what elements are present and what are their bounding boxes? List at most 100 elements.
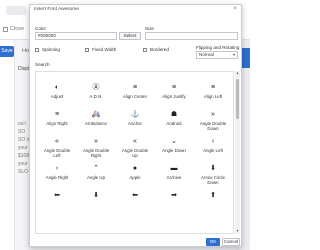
scrollbar-thumb[interactable] [236,79,239,119]
fixed-width-label: Fixed Width [92,47,117,52]
icon-cell[interactable]: ⬆ [197,186,229,212]
align-right-icon: ≡ [54,110,60,118]
editor-close-label: Close [10,26,25,32]
icon-grid: ◐ Adjust Ⓐ A.D.N. ≡ Align Center ≡ Align Justif… [35,71,234,234]
icon-cell[interactable]: ⌃ Angle Up [80,159,112,185]
icon-cell[interactable]: « Angle Double Left [41,132,73,159]
chevron-down-icon: ▾ [232,52,235,57]
icon-cell[interactable]: ⬇ [80,186,112,212]
icon-name: Angle Double Down [199,121,227,131]
icon-name: Android [166,121,182,126]
spinning-label: Spinning [42,47,60,52]
angle-down-icon: ⌄ [171,138,177,145]
size-label: Size [145,26,154,31]
icon-name: Arrow Circle Down [201,175,225,185]
icon-cell[interactable]: ≡ Align Center [119,78,151,104]
arrow-circle-o-left-icon: ⬅ [132,192,138,199]
icon-cell[interactable]: « Angle Double Up [119,132,151,159]
scroll-down-icon[interactable]: ▼ [235,229,240,234]
icon-cell[interactable]: » Angle Double Right [80,132,112,159]
arrow-circle-o-down-icon: ⬇ [93,192,99,199]
bordered-checkbox[interactable]: Bordered [143,47,169,52]
flip-rotate-select[interactable]: Normal ▾ [196,51,238,59]
close-icon[interactable]: × [233,6,237,12]
icon-cell[interactable]: ▬ Archive [158,159,190,185]
align-left-icon: ≡ [210,83,216,91]
icon-name: Ambulance [85,121,107,126]
icon-cell[interactable]: ⬅ [41,186,73,212]
editor-sidebar [0,40,15,250]
icon-name: Angle Up [86,175,106,180]
anchor-icon: ⚓ [130,111,140,118]
icon-cell[interactable]: ⌄ Angle Down [158,132,190,158]
icon-name: A.D.N. [89,94,103,99]
icon-cell[interactable]: ➡ [158,186,190,212]
size-input[interactable] [145,32,238,40]
editor-right-accent[interactable] [242,48,250,68]
angle-left-icon: ‹ [211,137,215,145]
flip-rotate-label: Flipping and Rotating [196,45,240,50]
icon-name: Anchor [128,121,142,126]
checkbox-icon [143,47,147,52]
icon-cell[interactable]: Ⓐ A.D.N. [80,78,112,104]
angle-double-down-icon: » [211,110,215,118]
ok-button[interactable]: OK [206,238,220,246]
icon-cell[interactable]: ⬅ [119,186,151,212]
angle-right-icon: › [55,164,59,172]
icon-cell[interactable]: ☗ Android [158,105,190,131]
icon-cell[interactable]: » Angle Double Down [197,105,229,132]
arrow-circle-down-icon: ⬇ [210,165,216,172]
icon-name: Angle Down [162,148,186,153]
icon-cell[interactable]: › Angle Right [41,159,73,185]
editor-save-button[interactable]: Save [0,46,14,57]
icon-name: Align Justify [162,94,186,99]
icon-name: Angle Right [45,175,69,180]
fixed-width-checkbox[interactable]: Fixed Width [85,47,116,52]
dialog-title: Insert Font Awesome [34,7,79,12]
insert-font-awesome-dialog: Insert Font Awesome × Color #000000 Sele… [29,4,242,247]
checkbox-icon [85,47,89,52]
arrow-circle-o-right-icon: ➡ [171,192,177,199]
icon-name: Align Left [203,94,223,99]
angle-double-left-icon: « [55,137,59,145]
icon-name: Adjust [50,94,64,99]
angle-double-right-icon: » [94,137,98,145]
adjust-icon: ◐ [54,83,60,91]
icon-cell[interactable]: ◐ Adjust [41,78,73,104]
arrow-circle-o-up-icon: ⬆ [210,192,216,199]
android-icon: ☗ [170,111,178,118]
icon-cell[interactable]: ‹ Angle Left [197,132,229,158]
icon-name: Archive [166,175,182,180]
icon-name: Angle Double Left [43,148,71,158]
search-label: Search [35,62,50,67]
angle-up-icon: ⌃ [93,165,99,172]
icon-name: Angle Left [203,148,223,153]
archive-icon: ▬ [170,164,178,172]
bordered-label: Bordered [150,47,169,52]
icon-cell[interactable]: ● Apple [119,159,151,185]
select-color-button[interactable]: Select [119,32,141,40]
arrow-circle-left-icon: ⬅ [54,192,60,199]
icon-cell[interactable]: ≡ Align Justify [158,78,190,104]
icon-name: Align Center [122,94,148,99]
editor-title-button[interactable] [6,6,26,15]
flip-rotate-value: Normal [199,52,214,57]
icon-cell[interactable]: ⚓ Anchor [119,105,151,131]
icon-cell[interactable]: ≡ Align Left [197,78,229,104]
angle-double-up-icon: « [133,137,137,145]
color-input[interactable]: #000000 [35,32,117,40]
icon-name: Angle Double Up [121,148,149,158]
icon-cell[interactable]: ⬇ Arrow Circle Down [197,159,229,185]
scroll-up-icon[interactable]: ▲ [235,71,240,76]
cancel-button[interactable]: Cancel [222,238,240,246]
spinning-checkbox[interactable]: Spinning [35,47,60,52]
icon-grid-scrollbar[interactable]: ▲ ▼ [235,71,240,234]
apple-icon: ● [132,164,138,172]
icon-name: Angle Double Right [82,148,110,158]
editor-close-button[interactable]: Close [3,26,24,32]
icon-cell[interactable]: ≡ Align Right [41,105,73,131]
checkbox-icon [35,47,39,52]
icon-cell[interactable]: 🚑 Ambulance [80,105,112,131]
close-checkbox-icon [3,26,8,32]
align-center-icon: ≡ [132,83,138,91]
